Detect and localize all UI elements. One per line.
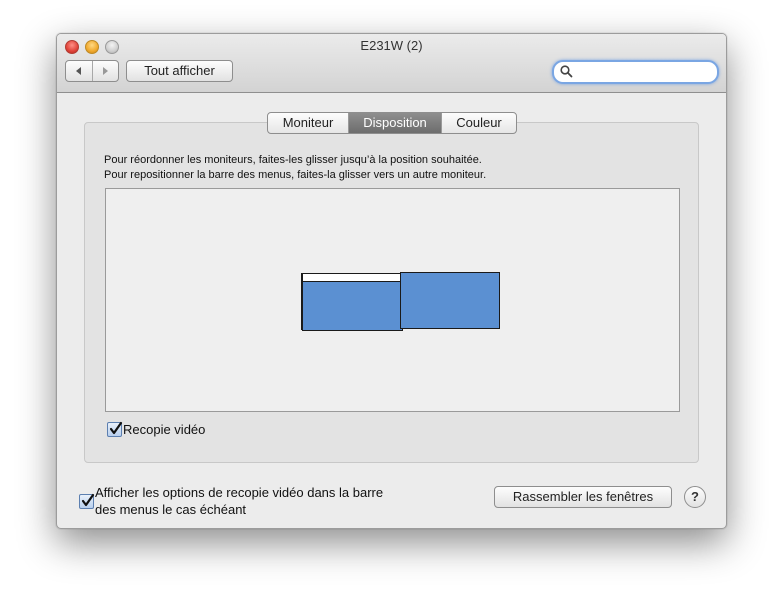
gather-windows-button[interactable]: Rassembler les fenêtres xyxy=(494,486,672,508)
search-icon xyxy=(560,65,573,78)
main-display[interactable] xyxy=(302,281,403,331)
mirror-label: Recopie vidéo xyxy=(123,422,206,437)
back-arrow-icon xyxy=(75,67,81,75)
menubar-options-label-line-2: des menus le cas échéant xyxy=(95,502,247,517)
mirror-checkbox[interactable] xyxy=(107,421,123,437)
forward-arrow-icon xyxy=(103,67,109,75)
secondary-display[interactable] xyxy=(400,272,500,329)
instruction-line-2: Pour repositionner la barre des menus, f… xyxy=(104,169,487,181)
menubar-options-checkbox[interactable] xyxy=(79,493,95,509)
window-title: E231W (2) xyxy=(360,38,423,53)
tab-moniteur[interactable]: Moniteur xyxy=(268,113,349,133)
help-button[interactable]: ? xyxy=(684,486,706,508)
search-field[interactable] xyxy=(552,60,719,84)
back-forward-control xyxy=(65,60,119,82)
preferences-window: E231W (2) Tout afficher Moniteur Disposi… xyxy=(56,33,727,529)
checkmark-icon xyxy=(109,421,123,435)
instruction-line-1: Pour réordonner les moniteurs, faites-le… xyxy=(104,154,482,166)
display-arrangement-area xyxy=(105,188,680,412)
checkmark-icon xyxy=(81,493,95,507)
tab-disposition[interactable]: Disposition xyxy=(349,113,442,133)
menubar-options-label-line-1: Afficher les options de recopie vidéo da… xyxy=(95,485,384,500)
tab-couleur[interactable]: Couleur xyxy=(442,113,516,133)
show-all-button[interactable]: Tout afficher xyxy=(126,60,233,82)
titlebar: E231W (2) Tout afficher xyxy=(57,34,726,93)
back-button[interactable] xyxy=(66,61,93,81)
forward-button[interactable] xyxy=(93,61,119,81)
tab-bar: Moniteur Disposition Couleur xyxy=(267,112,517,134)
